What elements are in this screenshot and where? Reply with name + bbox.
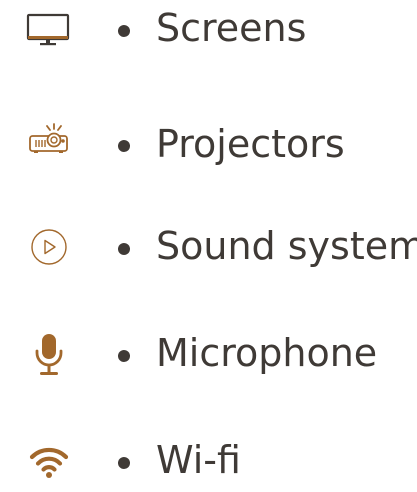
list-item-screens: Screens — [0, 0, 417, 60]
item-label: Microphone — [156, 331, 378, 375]
amenities-list: Screens Projectors Sound system Micropho… — [0, 0, 417, 481]
wifi-icon — [18, 432, 80, 492]
microphone-icon — [18, 325, 80, 385]
play-circle-icon — [18, 217, 80, 277]
monitor-icon — [18, 0, 80, 60]
item-label: Projectors — [156, 122, 345, 166]
item-label: Wi-fi — [156, 438, 241, 482]
bullet — [118, 243, 130, 255]
bullet — [118, 25, 130, 37]
bullet — [118, 140, 130, 152]
list-item-microphone: Microphone — [0, 325, 417, 385]
list-item-projectors: Projectors — [0, 108, 417, 168]
list-item-wifi: Wi-fi — [0, 432, 417, 492]
list-item-sound-system: Sound system — [0, 217, 417, 277]
projector-icon — [18, 108, 80, 168]
item-label: Sound system — [156, 224, 417, 268]
bullet — [118, 457, 130, 469]
item-label: Screens — [156, 6, 307, 50]
bullet — [118, 350, 130, 362]
